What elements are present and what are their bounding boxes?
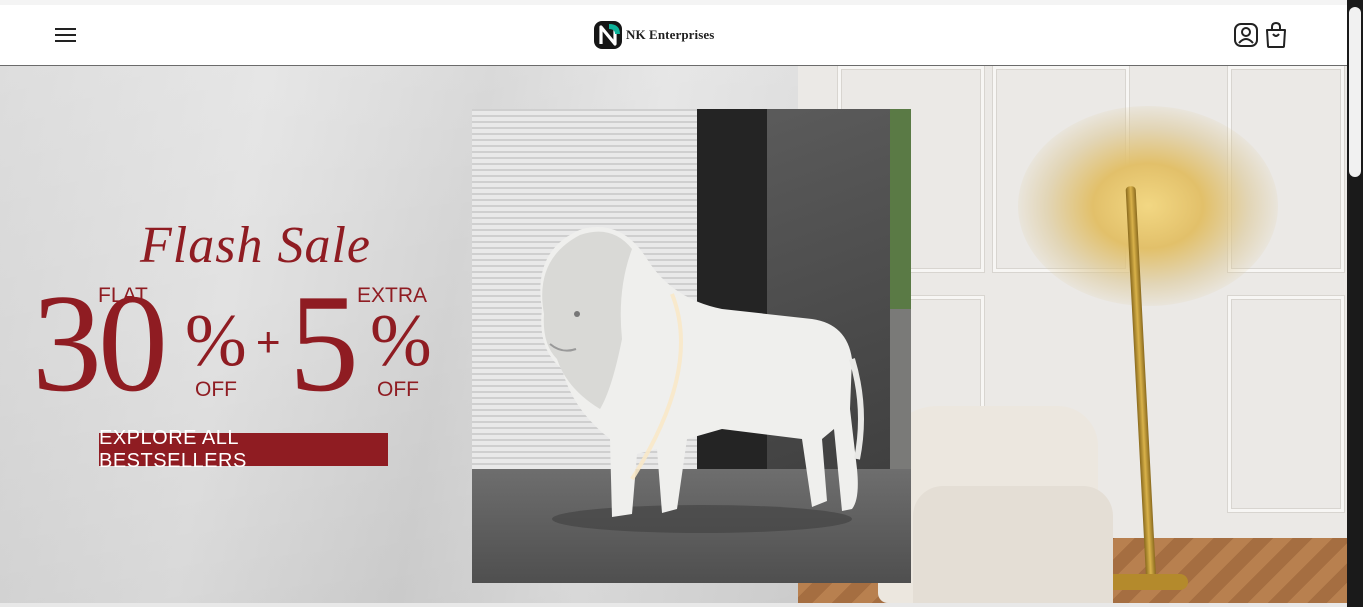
lion-sculpture-image (472, 109, 911, 583)
shopping-bag-icon (1264, 21, 1288, 53)
user-account-icon (1233, 23, 1259, 52)
brand-logo-icon (594, 21, 622, 49)
page-bottom-edge (0, 603, 1347, 607)
hamburger-menu-icon (50, 20, 82, 50)
hamburger-menu-button[interactable] (50, 20, 82, 50)
hero-banner[interactable]: Flash Sale 30 FLAT % OFF + 5 EXTRA % OFF… (0, 66, 1347, 603)
off-label-main: OFF (195, 378, 237, 401)
off-label-extra: OFF (377, 378, 419, 401)
flat-label: FLAT (98, 284, 148, 307)
site-header: NK Enterprises (0, 5, 1347, 66)
account-button[interactable] (1233, 22, 1259, 48)
scrollbar-thumb[interactable] (1349, 7, 1361, 177)
brand-name: NK Enterprises (626, 27, 715, 42)
explore-bestsellers-button[interactable]: EXPLORE ALL BESTSELLERS (99, 427, 388, 472)
cart-button[interactable] (1264, 21, 1288, 49)
percent-sign-main: % (185, 300, 247, 382)
flash-sale-promo: Flash Sale 30 FLAT % OFF + 5 EXTRA % OFF… (0, 66, 470, 603)
discount-extra-value: 5 (289, 266, 359, 421)
percent-sign-extra: % (370, 300, 432, 382)
brand-logo-link[interactable]: NK Enterprises (593, 20, 714, 50)
plus-sign: + (256, 318, 281, 365)
